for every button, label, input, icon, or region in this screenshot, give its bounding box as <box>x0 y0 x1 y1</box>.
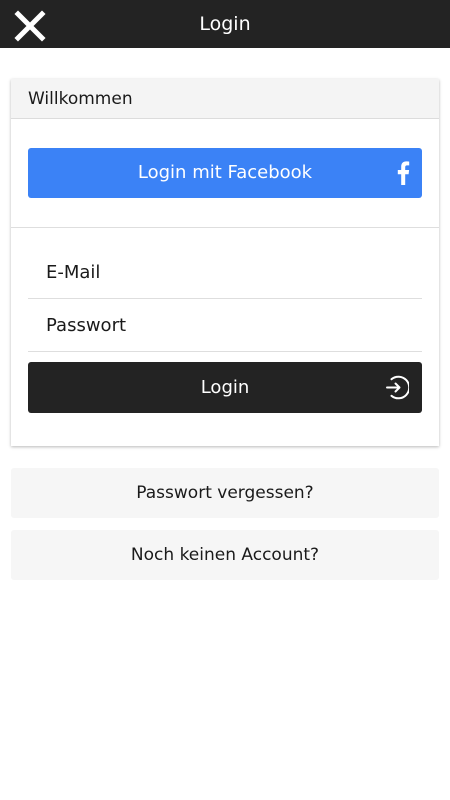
login-button-label: Login <box>200 377 250 398</box>
email-input[interactable] <box>28 247 422 298</box>
page-title: Login <box>199 13 251 35</box>
facebook-login-label: Login mit Facebook <box>137 162 313 183</box>
divider <box>11 227 439 228</box>
facebook-login-button[interactable]: Login mit Facebook <box>28 148 422 198</box>
card-header: Willkommen <box>11 79 439 119</box>
login-button[interactable]: Login <box>28 362 422 413</box>
password-field[interactable] <box>28 300 422 352</box>
sign-in-icon <box>386 375 409 400</box>
forgot-password-button[interactable]: Passwort vergessen? <box>11 468 439 518</box>
top-bar: Login <box>0 0 450 48</box>
register-button[interactable]: Noch keinen Account? <box>11 530 439 580</box>
password-input[interactable] <box>28 300 422 351</box>
email-field[interactable] <box>28 247 422 299</box>
login-card: Willkommen Login mit Facebook Login <box>11 79 439 446</box>
facebook-icon <box>397 161 410 185</box>
